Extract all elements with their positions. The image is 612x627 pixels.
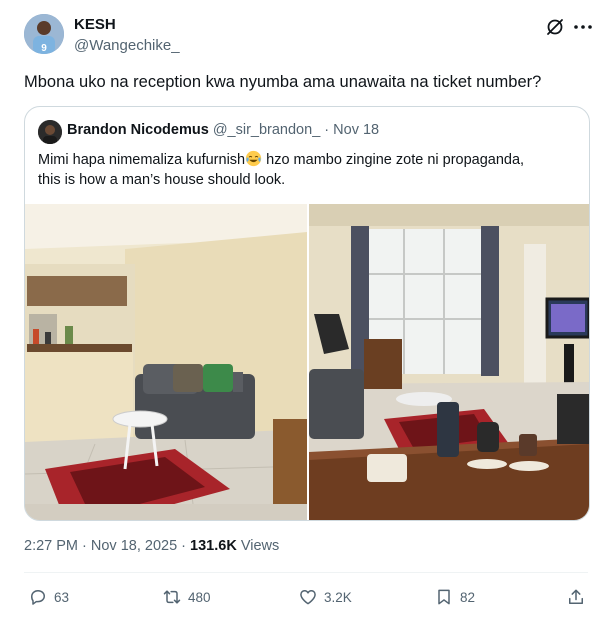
quoted-text-part2: hzo mambo zingine zote ni propaganda, bbox=[262, 152, 525, 168]
face-with-tears-of-joy-icon bbox=[245, 150, 262, 167]
divider bbox=[24, 572, 588, 573]
quoted-name[interactable]: Brandon Nicodemus bbox=[67, 122, 209, 138]
views-label: Views bbox=[236, 538, 280, 554]
repost-button[interactable]: 480 bbox=[162, 586, 211, 608]
author-name[interactable]: KESH bbox=[74, 16, 116, 33]
quoted-separator: · bbox=[324, 122, 330, 138]
bookmark-icon bbox=[438, 589, 450, 605]
repost-icon bbox=[163, 590, 181, 604]
tweet-meta: 2:27 PM · Nov 18, 2025 · 131.6K Views bbox=[24, 538, 279, 554]
quoted-handle[interactable]: @_sir_brandon_ bbox=[213, 122, 320, 138]
tweet-text: Mbona uko na reception kwa nyumba ama un… bbox=[24, 73, 542, 91]
reply-count: 63 bbox=[54, 589, 70, 605]
author-handle[interactable]: @Wangechike_ bbox=[74, 37, 180, 54]
author-avatar[interactable]: 9 bbox=[24, 14, 64, 54]
svg-text:9: 9 bbox=[41, 43, 47, 54]
share-button[interactable] bbox=[566, 586, 586, 608]
reply-icon bbox=[31, 590, 45, 605]
quoted-media bbox=[25, 204, 589, 520]
tweet: 9 KESH @Wangechike_ Mbona uko na recepti… bbox=[0, 0, 612, 627]
like-icon bbox=[300, 590, 316, 605]
quoted-date[interactable]: Nov 18 bbox=[333, 122, 379, 138]
quoted-text: Mimi hapa nimemaliza kufurnish hzo mambo… bbox=[38, 150, 578, 190]
reply-button[interactable]: 63 bbox=[28, 586, 69, 608]
repost-count: 480 bbox=[188, 589, 211, 605]
bookmark-count: 82 bbox=[460, 589, 476, 605]
quoted-text-part1: Mimi hapa nimemaliza kufurnish bbox=[38, 152, 246, 168]
quoted-tweet[interactable]: Brandon Nicodemus @_sir_brandon_ · Nov 1… bbox=[24, 106, 590, 521]
share-icon bbox=[569, 589, 583, 604]
like-count: 3.2K bbox=[324, 589, 352, 605]
tweet-timestamp[interactable]: 2:27 PM · Nov 18, 2025 · bbox=[24, 538, 190, 554]
room-window-photo[interactable] bbox=[309, 204, 589, 520]
living-room-photo[interactable] bbox=[25, 204, 307, 520]
like-button[interactable]: 3.2K bbox=[298, 586, 352, 608]
quoted-text-line2: this is how a man’s house should look. bbox=[38, 172, 286, 188]
more-icon[interactable] bbox=[572, 16, 594, 38]
quoted-avatar[interactable] bbox=[38, 120, 62, 144]
grok-icon[interactable] bbox=[544, 16, 566, 38]
views-count[interactable]: 131.6K bbox=[190, 538, 237, 554]
quoted-header: Brandon Nicodemus @_sir_brandon_ · Nov 1… bbox=[67, 122, 379, 138]
bookmark-button[interactable]: 82 bbox=[434, 586, 475, 608]
